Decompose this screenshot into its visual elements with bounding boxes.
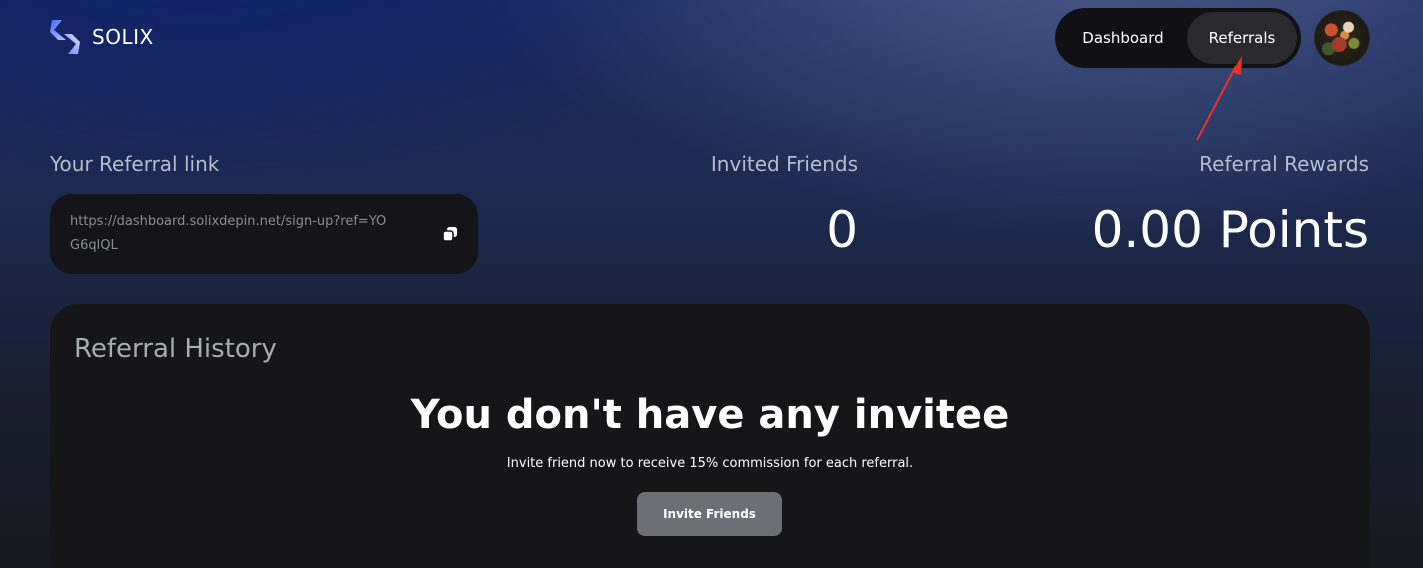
referral-rewards-value: 0.00 Points [1091, 201, 1369, 259]
copy-icon[interactable] [442, 226, 458, 242]
empty-state-title: You don't have any invitee [410, 392, 1010, 438]
tab-referrals[interactable]: Referrals [1187, 12, 1297, 64]
app-name: SOLIX [92, 25, 154, 49]
invited-friends-value: 0 [826, 201, 858, 259]
solix-logo-icon [50, 20, 80, 54]
referral-history-title: Referral History [74, 334, 277, 364]
logo[interactable]: SOLIX [48, 18, 154, 56]
referral-link-value[interactable]: https://dashboard.solixdepin.net/sign-up… [70, 210, 390, 258]
tab-dashboard[interactable]: Dashboard [1059, 12, 1187, 64]
avatar[interactable] [1314, 10, 1370, 66]
empty-state-subtitle: Invite friend now to receive 15% commiss… [506, 456, 914, 471]
invite-friends-button[interactable]: Invite Friends [637, 492, 782, 536]
invited-friends-label: Invited Friends [710, 152, 858, 176]
referral-history-card: Referral History You don't have any invi… [50, 304, 1370, 568]
main-nav: Dashboard Referrals [1055, 8, 1301, 68]
referral-link-box: https://dashboard.solixdepin.net/sign-up… [50, 194, 478, 274]
referral-link-label: Your Referral link [50, 152, 220, 176]
referral-rewards-label: Referral Rewards [1199, 152, 1369, 176]
